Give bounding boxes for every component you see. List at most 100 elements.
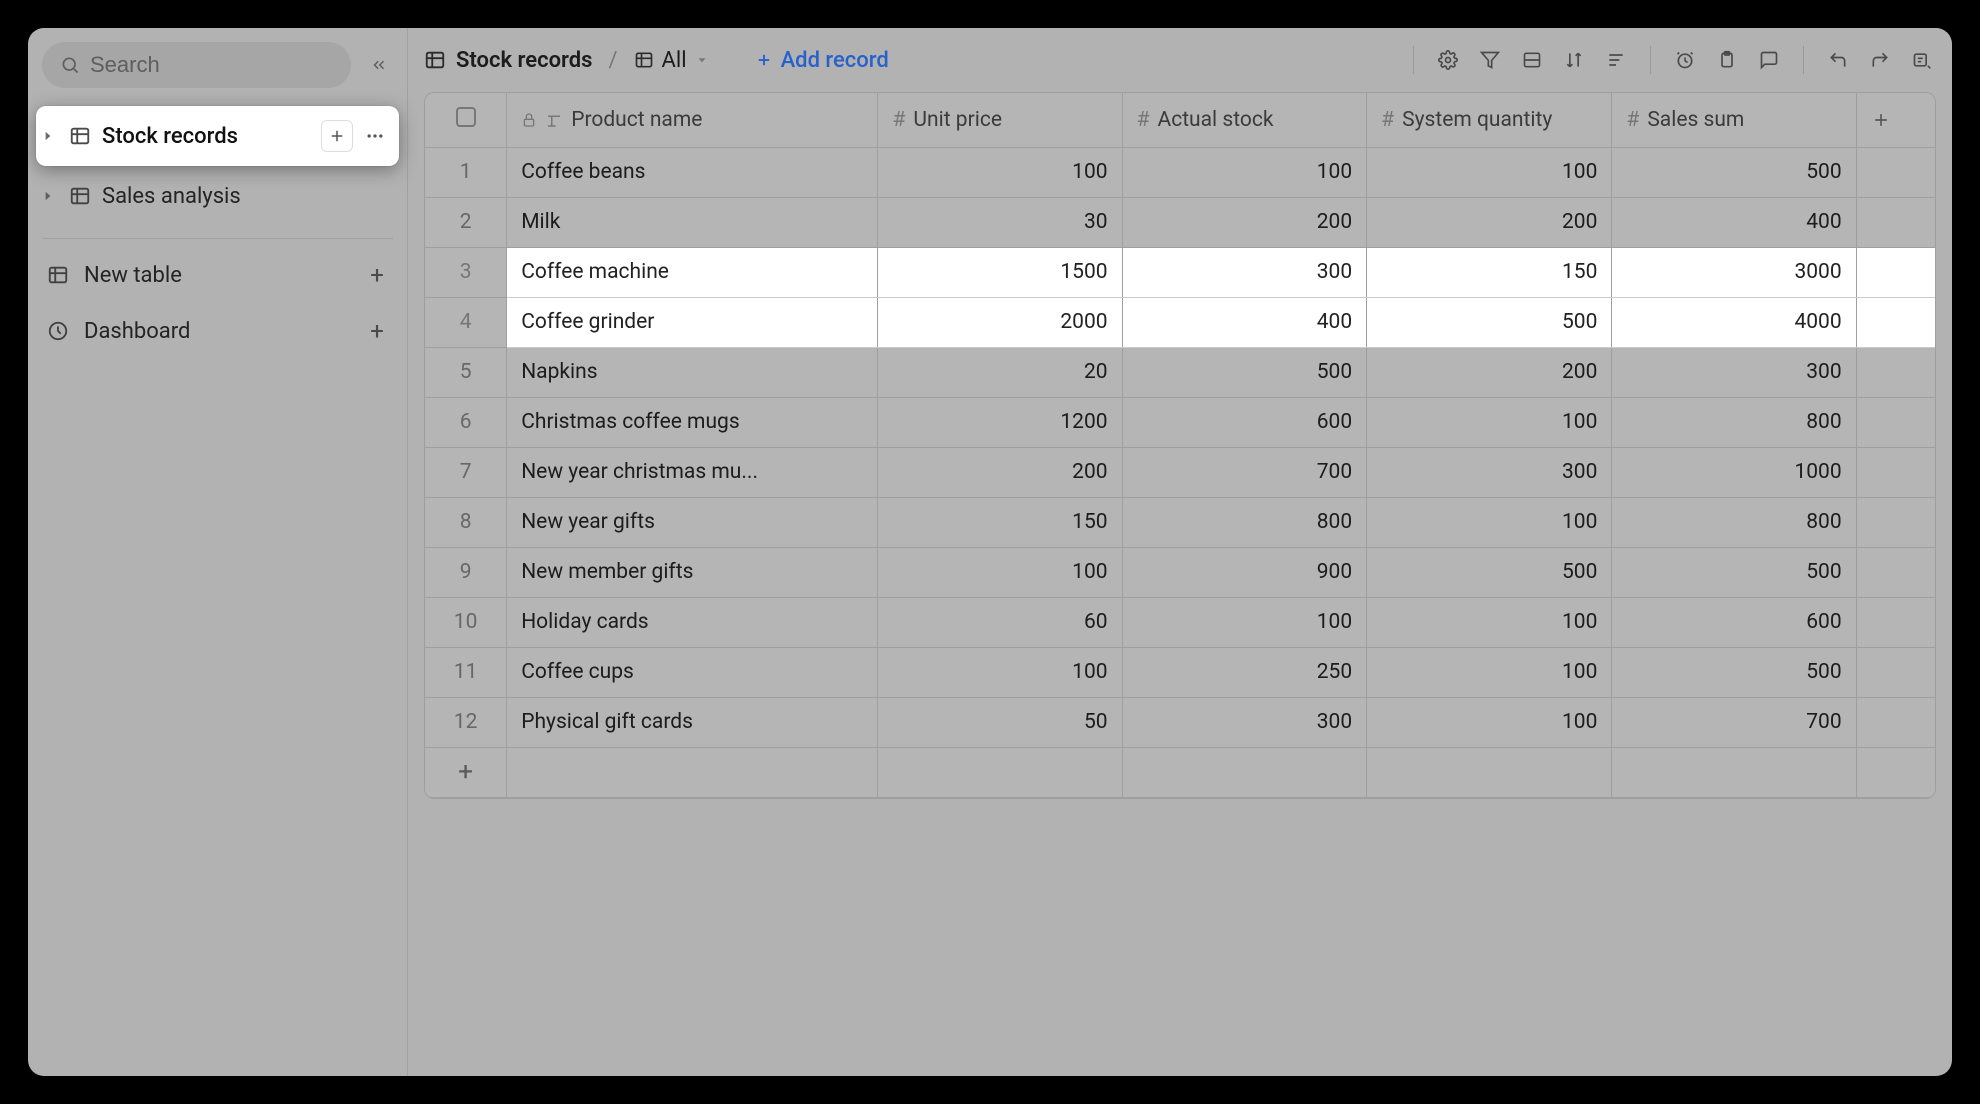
cell-actual-stock[interactable]: 300 [1122, 697, 1367, 747]
cell-unit-price[interactable]: 1500 [878, 247, 1122, 297]
table-row[interactable]: 1Coffee beans100100100500 [425, 147, 1935, 197]
cell-sales-sum[interactable]: 500 [1612, 147, 1856, 197]
table-row[interactable]: 9New member gifts100900500500 [425, 547, 1935, 597]
cell-system-quantity[interactable]: 100 [1367, 697, 1612, 747]
view-selector[interactable]: All [634, 48, 709, 73]
cell-sales-sum[interactable]: 3000 [1612, 247, 1856, 297]
row-index[interactable]: 5 [425, 347, 507, 397]
cell-system-quantity[interactable]: 100 [1367, 647, 1612, 697]
cell-product-name[interactable]: New year gifts [507, 497, 878, 547]
cell-product-name[interactable]: New member gifts [507, 547, 878, 597]
search-field[interactable] [90, 52, 333, 78]
cell-actual-stock[interactable]: 250 [1122, 647, 1367, 697]
collapse-sidebar-button[interactable] [365, 51, 393, 79]
cell-unit-price[interactable]: 2000 [878, 297, 1122, 347]
row-index[interactable]: 10 [425, 597, 507, 647]
cell-sales-sum[interactable]: 400 [1612, 197, 1856, 247]
cell-product-name[interactable]: Christmas coffee mugs [507, 397, 878, 447]
cell-system-quantity[interactable]: 100 [1367, 597, 1612, 647]
column-header-actual-stock[interactable]: #Actual stock [1122, 93, 1367, 147]
cell-product-name[interactable]: Milk [507, 197, 878, 247]
sort-button[interactable] [1556, 42, 1592, 78]
row-index[interactable]: 1 [425, 147, 507, 197]
cell-product-name[interactable]: Coffee grinder [507, 297, 878, 347]
column-header-unit-price[interactable]: #Unit price [878, 93, 1122, 147]
cell-unit-price[interactable]: 100 [878, 547, 1122, 597]
row-height-button[interactable] [1598, 42, 1634, 78]
reminder-button[interactable] [1667, 42, 1703, 78]
undo-button[interactable] [1820, 42, 1856, 78]
cell-unit-price[interactable]: 150 [878, 497, 1122, 547]
cell-sales-sum[interactable]: 4000 [1612, 297, 1856, 347]
add-record-button[interactable]: Add record [755, 48, 889, 73]
column-header-product-name[interactable]: Product name [507, 93, 878, 147]
comment-button[interactable] [1751, 42, 1787, 78]
clipboard-button[interactable] [1709, 42, 1745, 78]
filter-button[interactable] [1472, 42, 1508, 78]
cell-system-quantity[interactable]: 500 [1367, 547, 1612, 597]
table-row[interactable]: 6Christmas coffee mugs1200600100800 [425, 397, 1935, 447]
new-table-button[interactable]: New table + [28, 247, 407, 303]
cell-actual-stock[interactable]: 800 [1122, 497, 1367, 547]
settings-button[interactable] [1430, 42, 1466, 78]
cell-actual-stock[interactable]: 200 [1122, 197, 1367, 247]
cell-sales-sum[interactable]: 1000 [1612, 447, 1856, 497]
cell-product-name[interactable]: Coffee cups [507, 647, 878, 697]
row-index[interactable]: 3 [425, 247, 507, 297]
table-row[interactable]: 7New year christmas mu...2007003001000 [425, 447, 1935, 497]
cell-system-quantity[interactable]: 300 [1367, 447, 1612, 497]
find-button[interactable] [1904, 42, 1940, 78]
cell-unit-price[interactable]: 1200 [878, 397, 1122, 447]
cell-sales-sum[interactable]: 600 [1612, 597, 1856, 647]
table-row[interactable]: 11Coffee cups100250100500 [425, 647, 1935, 697]
table-row[interactable]: 10Holiday cards60100100600 [425, 597, 1935, 647]
sidebar-item-sales-analysis[interactable]: Sales analysis [28, 166, 407, 226]
cell-unit-price[interactable]: 20 [878, 347, 1122, 397]
cell-unit-price[interactable]: 200 [878, 447, 1122, 497]
row-index[interactable]: 9 [425, 547, 507, 597]
cell-system-quantity[interactable]: 100 [1367, 397, 1612, 447]
cell-sales-sum[interactable]: 700 [1612, 697, 1856, 747]
cell-actual-stock[interactable]: 400 [1122, 297, 1367, 347]
table-row[interactable]: 8New year gifts150800100800 [425, 497, 1935, 547]
select-all-checkbox[interactable] [425, 93, 507, 147]
table-row[interactable]: 2Milk30200200400 [425, 197, 1935, 247]
cell-sales-sum[interactable]: 500 [1612, 547, 1856, 597]
cell-sales-sum[interactable]: 800 [1612, 397, 1856, 447]
cell-actual-stock[interactable]: 300 [1122, 247, 1367, 297]
cell-actual-stock[interactable]: 500 [1122, 347, 1367, 397]
cell-system-quantity[interactable]: 100 [1367, 497, 1612, 547]
add-column-button[interactable] [1856, 93, 1935, 147]
table-row[interactable]: 12Physical gift cards50300100700 [425, 697, 1935, 747]
cell-unit-price[interactable]: 60 [878, 597, 1122, 647]
cell-sales-sum[interactable]: 500 [1612, 647, 1856, 697]
cell-actual-stock[interactable]: 100 [1122, 597, 1367, 647]
cell-product-name[interactable]: Physical gift cards [507, 697, 878, 747]
cell-product-name[interactable]: New year christmas mu... [507, 447, 878, 497]
table-row[interactable]: 3Coffee machine15003001503000 [425, 247, 1935, 297]
cell-actual-stock[interactable]: 600 [1122, 397, 1367, 447]
cell-product-name[interactable]: Holiday cards [507, 597, 878, 647]
row-index[interactable]: 7 [425, 447, 507, 497]
row-index[interactable]: 6 [425, 397, 507, 447]
cell-product-name[interactable]: Coffee beans [507, 147, 878, 197]
row-index[interactable]: 12 [425, 697, 507, 747]
cell-actual-stock[interactable]: 100 [1122, 147, 1367, 197]
add-row-button[interactable]: + [425, 747, 1935, 797]
add-view-button[interactable] [321, 120, 353, 152]
search-input[interactable] [42, 42, 351, 88]
column-header-system-quantity[interactable]: #System quantity [1367, 93, 1612, 147]
column-header-sales-sum[interactable]: #Sales sum [1612, 93, 1856, 147]
more-icon[interactable] [359, 120, 391, 152]
cell-unit-price[interactable]: 100 [878, 147, 1122, 197]
cell-system-quantity[interactable]: 100 [1367, 147, 1612, 197]
cell-unit-price[interactable]: 100 [878, 647, 1122, 697]
row-index[interactable]: 11 [425, 647, 507, 697]
cell-unit-price[interactable]: 50 [878, 697, 1122, 747]
table-title[interactable]: Stock records [424, 48, 592, 73]
row-index[interactable]: 4 [425, 297, 507, 347]
row-index[interactable]: 8 [425, 497, 507, 547]
sidebar-item-stock-records[interactable]: Stock records [36, 106, 399, 166]
row-index[interactable]: 2 [425, 197, 507, 247]
cell-sales-sum[interactable]: 300 [1612, 347, 1856, 397]
